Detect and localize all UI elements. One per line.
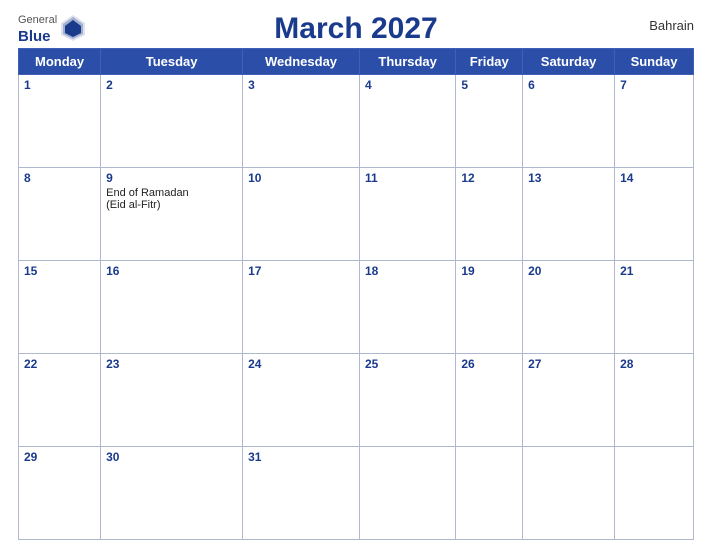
day-26: 26 <box>456 354 523 447</box>
day-13: 13 <box>523 168 615 261</box>
week-row-2: 8 9 End of Ramadan(Eid al-Fitr) 10 11 12… <box>19 168 694 261</box>
day-28: 28 <box>615 354 694 447</box>
day-10: 10 <box>243 168 360 261</box>
day-14: 14 <box>615 168 694 261</box>
day-7: 7 <box>615 75 694 168</box>
day-23: 23 <box>101 354 243 447</box>
day-30: 30 <box>101 447 243 540</box>
col-wednesday: Wednesday <box>243 49 360 75</box>
day-22: 22 <box>19 354 101 447</box>
day-16: 16 <box>101 261 243 354</box>
day-3: 3 <box>243 75 360 168</box>
col-tuesday: Tuesday <box>101 49 243 75</box>
day-11: 11 <box>359 168 455 261</box>
day-empty-2 <box>456 447 523 540</box>
col-thursday: Thursday <box>359 49 455 75</box>
col-saturday: Saturday <box>523 49 615 75</box>
week-row-1: 1 2 3 4 5 6 7 <box>19 75 694 168</box>
day-31: 31 <box>243 447 360 540</box>
day-24: 24 <box>243 354 360 447</box>
day-20: 20 <box>523 261 615 354</box>
col-friday: Friday <box>456 49 523 75</box>
week-row-3: 15 16 17 18 19 20 21 <box>19 261 694 354</box>
day-6: 6 <box>523 75 615 168</box>
calendar-title: March 2027 <box>274 12 437 46</box>
calendar-header: General Blue March 2027 Bahrain <box>18 10 694 46</box>
day-21: 21 <box>615 261 694 354</box>
day-27: 27 <box>523 354 615 447</box>
day-4: 4 <box>359 75 455 168</box>
day-12: 12 <box>456 168 523 261</box>
day-empty-3 <box>523 447 615 540</box>
logo-blue-text: Blue <box>18 28 51 45</box>
col-monday: Monday <box>19 49 101 75</box>
day-empty-1 <box>359 447 455 540</box>
day-18: 18 <box>359 261 455 354</box>
logo-general-text: General <box>18 14 57 26</box>
week-row-4: 22 23 24 25 26 27 28 <box>19 354 694 447</box>
country-label: Bahrain <box>649 18 694 33</box>
logo-icon <box>59 13 87 43</box>
days-of-week-row: Monday Tuesday Wednesday Thursday Friday… <box>19 49 694 75</box>
day-15: 15 <box>19 261 101 354</box>
day-8: 8 <box>19 168 101 261</box>
logo: General Blue <box>18 10 87 46</box>
day-9: 9 End of Ramadan(Eid al-Fitr) <box>101 168 243 261</box>
day-2: 2 <box>101 75 243 168</box>
day-1: 1 <box>19 75 101 168</box>
day-29: 29 <box>19 447 101 540</box>
day-17: 17 <box>243 261 360 354</box>
day-5: 5 <box>456 75 523 168</box>
col-sunday: Sunday <box>615 49 694 75</box>
day-empty-4 <box>615 447 694 540</box>
week-row-5: 29 30 31 <box>19 447 694 540</box>
day-19: 19 <box>456 261 523 354</box>
calendar-table: Monday Tuesday Wednesday Thursday Friday… <box>18 48 694 540</box>
day-25: 25 <box>359 354 455 447</box>
